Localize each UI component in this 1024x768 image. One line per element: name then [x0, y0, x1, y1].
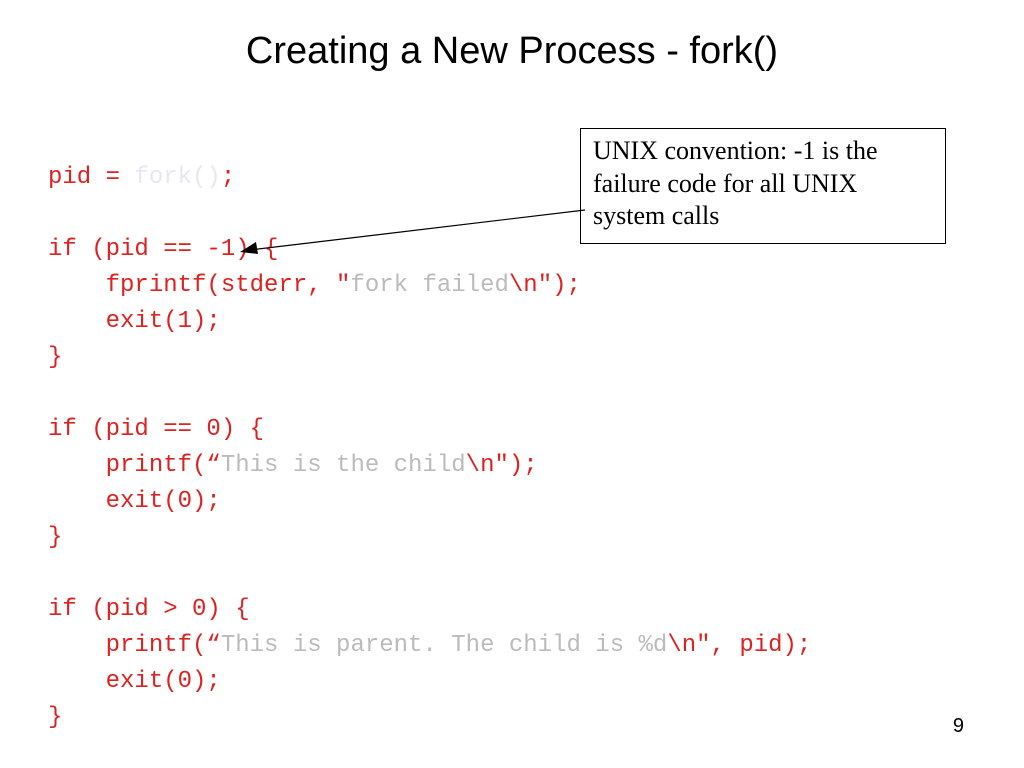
code-line-3c: \n"); [509, 272, 581, 299]
code-line-3a: fprintf(stderr, " [48, 272, 350, 299]
code-line-7c: \n"); [466, 452, 538, 479]
callout-box: UNIX convention: -1 is the failure code … [580, 128, 946, 244]
code-line-10: if (pid > 0) { [48, 596, 250, 623]
code-line-11c: \n", pid); [667, 632, 811, 659]
slide-title: Creating a New Process - fork() [0, 30, 1024, 73]
code-line-6: if (pid == 0) { [48, 416, 264, 443]
code-line-1b: fork() [134, 164, 220, 191]
code-line-1c: ; [221, 164, 235, 191]
page-number: 9 [953, 715, 964, 738]
code-line-9: } [48, 524, 62, 551]
code-line-11b: This is parent. The child is %d [221, 632, 667, 659]
arrow-icon [240, 210, 590, 270]
code-line-8: exit(0); [48, 488, 221, 515]
slide: Creating a New Process - fork() pid = fo… [0, 0, 1024, 768]
code-line-12: exit(0); [48, 668, 221, 695]
code-line-13: } [48, 704, 62, 731]
code-line-7a: printf(“ [48, 452, 221, 479]
code-line-4: exit(1); [48, 308, 221, 335]
code-line-3b: fork failed [350, 272, 508, 299]
code-line-1a: pid = [48, 164, 134, 191]
code-line-11a: printf(“ [48, 632, 221, 659]
code-line-5: } [48, 344, 62, 371]
code-line-7b: This is the child [221, 452, 466, 479]
